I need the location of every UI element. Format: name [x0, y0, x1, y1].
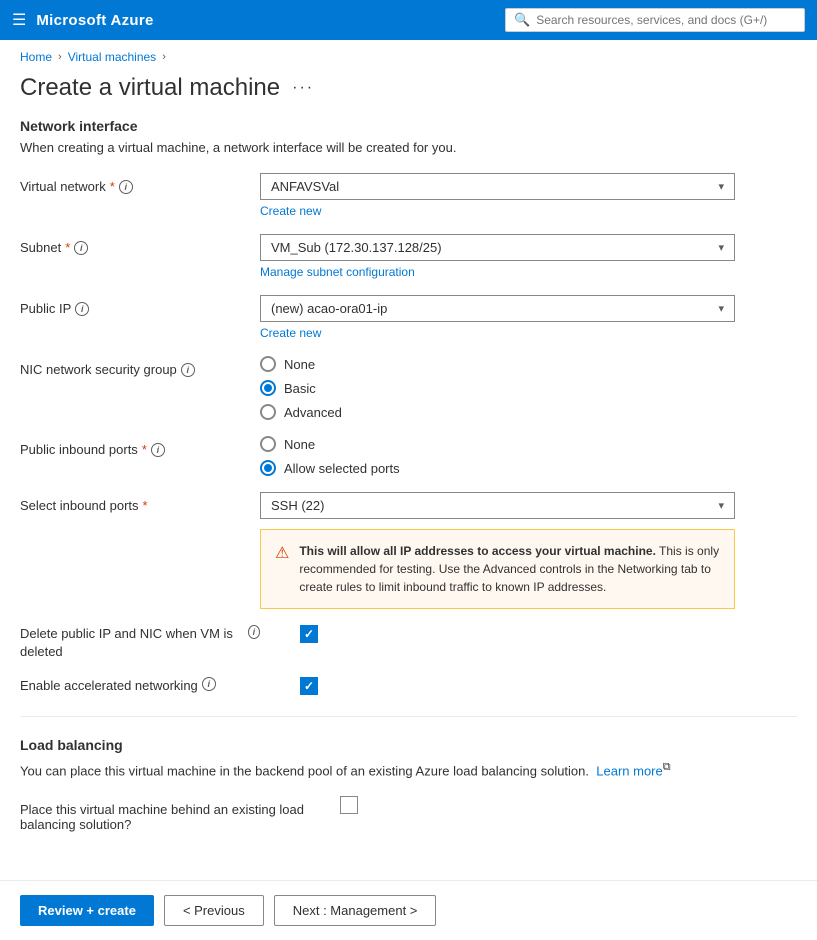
nic-nsg-radio-none[interactable] — [260, 356, 276, 372]
nic-nsg-option-none[interactable]: None — [260, 356, 797, 372]
public-ip-label: Public IP i — [20, 295, 260, 316]
network-interface-section: Network interface When creating a virtua… — [20, 118, 797, 696]
next-button[interactable]: Next : Management > — [274, 895, 437, 926]
public-inbound-required: * — [142, 442, 147, 457]
nic-nsg-options: None Basic Advanced — [260, 356, 797, 420]
public-ip-dropdown[interactable]: (new) acao-ora01-ip ▾ — [260, 295, 735, 322]
warning-text: This will allow all IP addresses to acce… — [299, 542, 720, 596]
required-marker: * — [110, 179, 115, 194]
main-content: Network interface When creating a virtua… — [0, 118, 817, 832]
public-ip-control: (new) acao-ora01-ip ▾ Create new — [260, 295, 797, 340]
nic-nsg-option-advanced[interactable]: Advanced — [260, 404, 797, 420]
network-interface-title: Network interface — [20, 118, 797, 134]
virtual-network-label: Virtual network * i — [20, 173, 260, 194]
place-behind-lb-checkbox[interactable] — [340, 796, 358, 814]
dropdown-arrow-icon: ▾ — [718, 180, 724, 193]
accelerated-networking-checkbox-wrapper — [260, 677, 318, 695]
nic-nsg-label: NIC network security group i — [20, 356, 260, 377]
public-inbound-radio-none[interactable] — [260, 436, 276, 452]
virtual-network-dropdown[interactable]: ANFAVSVal ▾ — [260, 173, 735, 200]
subnet-control: VM_Sub (172.30.137.128/25) ▾ Manage subn… — [260, 234, 797, 279]
breadcrumb: Home › Virtual machines › — [0, 40, 817, 70]
select-inbound-ports-label: Select inbound ports * — [20, 492, 260, 513]
nic-nsg-row: NIC network security group i None Basic … — [20, 356, 797, 420]
place-behind-lb-label: Place this virtual machine behind an exi… — [20, 796, 320, 832]
subnet-label: Subnet * i — [20, 234, 260, 255]
load-balancing-section: Load balancing You can place this virtua… — [20, 737, 797, 833]
network-interface-desc: When creating a virtual machine, a netwo… — [20, 140, 797, 155]
public-inbound-ports-label: Public inbound ports * i — [20, 436, 260, 457]
load-balancing-title: Load balancing — [20, 737, 797, 753]
virtual-network-control: ANFAVSVal ▾ Create new — [260, 173, 797, 218]
breadcrumb-separator-1: › — [58, 51, 62, 63]
virtual-network-row: Virtual network * i ANFAVSVal ▾ Create n… — [20, 173, 797, 218]
public-ip-info-icon[interactable]: i — [75, 302, 89, 316]
subnet-dropdown[interactable]: VM_Sub (172.30.137.128/25) ▾ — [260, 234, 735, 261]
warning-icon: ⚠ — [275, 543, 289, 596]
delete-public-ip-checkbox-wrapper — [260, 625, 318, 643]
subnet-info-icon[interactable]: i — [74, 241, 88, 255]
delete-public-ip-label: Delete public IP and NIC when VM is dele… — [20, 625, 260, 661]
subnet-dropdown-arrow: ▾ — [718, 241, 724, 254]
public-ip-row: Public IP i (new) acao-ora01-ip ▾ Create… — [20, 295, 797, 340]
external-link-icon: ⧉ — [663, 761, 671, 773]
public-ip-dropdown-arrow: ▾ — [718, 302, 724, 315]
place-behind-lb-row: Place this virtual machine behind an exi… — [20, 796, 797, 832]
public-inbound-info-icon[interactable]: i — [151, 443, 165, 457]
review-create-button[interactable]: Review + create — [20, 895, 154, 926]
public-inbound-radio-allow[interactable] — [260, 460, 276, 476]
search-icon: 🔍 — [514, 12, 530, 28]
delete-public-ip-row: Delete public IP and NIC when VM is dele… — [20, 625, 797, 661]
subnet-row: Subnet * i VM_Sub (172.30.137.128/25) ▾ … — [20, 234, 797, 279]
delete-public-ip-info-icon[interactable]: i — [248, 625, 260, 639]
accelerated-networking-row: Enable accelerated networking i — [20, 677, 797, 695]
accelerated-networking-info-icon[interactable]: i — [202, 677, 216, 691]
search-bar[interactable]: 🔍 — [505, 8, 805, 32]
page-menu-icon[interactable]: ··· — [292, 79, 314, 97]
select-inbound-ports-control: SSH (22) ▾ ⚠ This will allow all IP addr… — [260, 492, 797, 609]
public-inbound-options: None Allow selected ports — [260, 436, 797, 476]
accelerated-networking-label: Enable accelerated networking i — [20, 677, 260, 695]
load-balancing-desc: You can place this virtual machine in th… — [20, 759, 797, 781]
nic-nsg-info-icon[interactable]: i — [181, 363, 195, 377]
top-navigation: ☰ Microsoft Azure 🔍 — [0, 0, 817, 40]
page-header: Create a virtual machine ··· — [0, 70, 817, 118]
section-divider — [20, 716, 797, 717]
warning-box: ⚠ This will allow all IP addresses to ac… — [260, 529, 735, 609]
nic-nsg-radio-advanced[interactable] — [260, 404, 276, 420]
manage-subnet-link[interactable]: Manage subnet configuration — [260, 265, 415, 279]
previous-button[interactable]: < Previous — [164, 895, 264, 926]
nic-nsg-radio-basic[interactable] — [260, 380, 276, 396]
bottom-bar: Review + create < Previous Next : Manage… — [0, 880, 817, 940]
hamburger-icon[interactable]: ☰ — [12, 10, 26, 30]
virtual-network-create-new[interactable]: Create new — [260, 204, 321, 218]
delete-public-ip-checkbox[interactable] — [300, 625, 318, 643]
select-inbound-required: * — [143, 498, 148, 513]
select-inbound-ports-row: Select inbound ports * SSH (22) ▾ ⚠ This… — [20, 492, 797, 609]
select-inbound-ports-dropdown[interactable]: SSH (22) ▾ — [260, 492, 735, 519]
public-inbound-allow[interactable]: Allow selected ports — [260, 460, 797, 476]
search-input[interactable] — [536, 13, 796, 27]
public-inbound-none[interactable]: None — [260, 436, 797, 452]
place-behind-lb-checkbox-wrapper — [320, 796, 358, 814]
virtual-network-info-icon[interactable]: i — [119, 180, 133, 194]
public-inbound-ports-row: Public inbound ports * i None Allow sele… — [20, 436, 797, 476]
breadcrumb-virtual-machines[interactable]: Virtual machines — [68, 50, 157, 64]
breadcrumb-home[interactable]: Home — [20, 50, 52, 64]
select-inbound-dropdown-arrow: ▾ — [718, 499, 724, 512]
subnet-required-marker: * — [65, 240, 70, 255]
accelerated-networking-checkbox[interactable] — [300, 677, 318, 695]
brand-logo: Microsoft Azure — [36, 12, 153, 29]
public-ip-create-new[interactable]: Create new — [260, 326, 321, 340]
page-title: Create a virtual machine — [20, 74, 280, 102]
learn-more-link[interactable]: Learn more — [596, 763, 662, 778]
breadcrumb-separator-2: › — [162, 51, 166, 63]
nic-nsg-option-basic[interactable]: Basic — [260, 380, 797, 396]
